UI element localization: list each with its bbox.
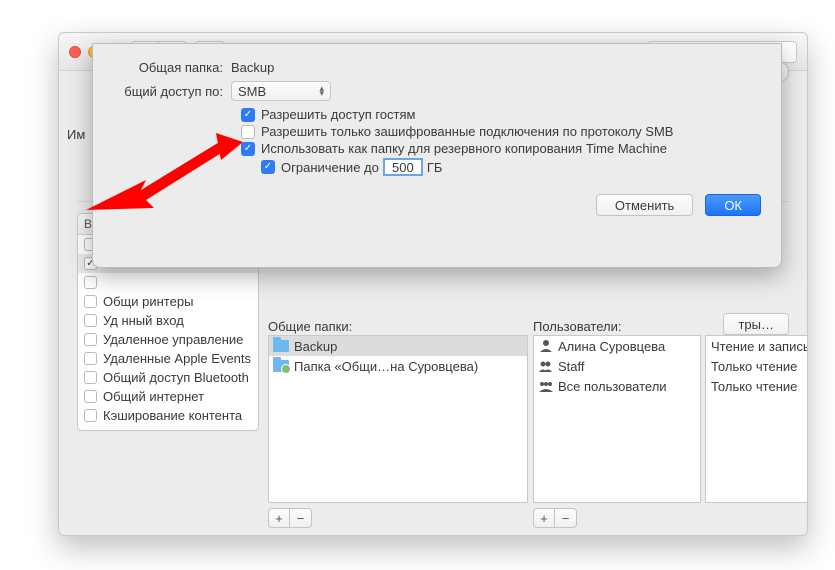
size-limit-prefix: Ограничение до <box>281 160 379 175</box>
user-label: Алина Суровцева <box>558 339 665 354</box>
folder-icon <box>273 360 289 372</box>
service-label: Удаленные Apple Events <box>103 351 251 366</box>
service-row[interactable] <box>78 273 258 292</box>
user-row[interactable]: Staff <box>534 356 700 376</box>
cancel-button[interactable]: Отменить <box>596 194 693 216</box>
permission-row[interactable]: Только чтение▴▾ <box>706 356 808 376</box>
add-user-button[interactable]: + <box>533 508 555 528</box>
service-label: Общий интернет <box>103 389 204 404</box>
folder-label: Backup <box>294 339 337 354</box>
service-checkbox[interactable] <box>84 333 97 346</box>
users-header: Пользователи: <box>533 319 621 334</box>
user-icon <box>538 380 553 393</box>
permission-label: Только чтение <box>711 379 797 394</box>
folder-row[interactable]: Backup <box>269 336 527 356</box>
add-folder-button[interactable]: + <box>268 508 290 528</box>
size-limit-input[interactable] <box>383 158 423 176</box>
service-row[interactable]: Общи ринтеры <box>78 292 258 311</box>
ok-button[interactable]: ОК <box>705 194 761 216</box>
users-add-remove: + − <box>533 508 577 528</box>
service-checkbox[interactable] <box>84 276 97 289</box>
service-checkbox[interactable] <box>84 371 97 384</box>
service-label: Общи ринтеры <box>103 294 193 309</box>
access-via-label: бщий доступ по: <box>113 84 231 99</box>
protocol-select[interactable]: SMB ▴▾ <box>231 81 331 101</box>
user-icon <box>538 360 553 373</box>
remove-folder-button[interactable]: − <box>290 508 312 528</box>
service-row[interactable]: Удаленные Apple Events <box>78 349 258 368</box>
user-icon <box>538 340 553 353</box>
shared-folder-value: Backup <box>231 60 274 75</box>
service-row[interactable]: Уд нный вход <box>78 311 258 330</box>
encrypted-smb-label: Разрешить только зашифрованные подключен… <box>261 124 673 139</box>
service-row[interactable]: Кэширование контента <box>78 406 258 425</box>
close-icon[interactable] <box>69 46 81 58</box>
user-row[interactable]: Все пользователи <box>534 376 700 396</box>
permission-row[interactable]: Чтение и запись▴▾ <box>706 336 808 356</box>
folder-row[interactable]: Папка «Общи…на Суровцева) <box>269 356 527 376</box>
permission-label: Чтение и запись <box>711 339 808 354</box>
service-label: Общий доступ Bluetooth <box>103 370 249 385</box>
user-label: Staff <box>558 359 585 374</box>
remove-user-button[interactable]: − <box>555 508 577 528</box>
service-label: Уд нный вход <box>103 313 184 328</box>
size-limit-unit: ГБ <box>427 160 443 175</box>
folders-add-remove: + − <box>268 508 312 528</box>
allow-guests-label: Разрешить доступ гостям <box>261 107 415 122</box>
user-label: Все пользователи <box>558 379 667 394</box>
folder-options-dialog: Общая папка: Backup бщий доступ по: SMB … <box>92 43 782 268</box>
service-checkbox[interactable] <box>84 390 97 403</box>
folder-label: Папка «Общи…на Суровцева) <box>294 359 478 374</box>
permissions-list[interactable]: Чтение и запись▴▾Только чтение▴▾Только ч… <box>705 335 808 503</box>
time-machine-checkbox[interactable] <box>241 142 255 156</box>
allow-guests-checkbox[interactable] <box>241 108 255 122</box>
computer-name-label: Им <box>67 127 85 142</box>
protocol-value: SMB <box>238 84 266 99</box>
folder-icon <box>273 340 289 352</box>
shared-folders-list[interactable]: Backup Папка «Общи…на Суровцева) <box>268 335 528 503</box>
service-checkbox[interactable] <box>84 409 97 422</box>
service-checkbox[interactable] <box>84 295 97 308</box>
chevron-updown-icon: ▴▾ <box>319 86 324 96</box>
time-machine-label: Использовать как папку для резервного ко… <box>261 141 667 156</box>
service-row[interactable]: Общий интернет <box>78 387 258 406</box>
service-checkbox[interactable] <box>84 314 97 327</box>
options-button[interactable]: тры… <box>723 313 789 335</box>
service-row[interactable]: Удаленное управление <box>78 330 258 349</box>
user-row[interactable]: Алина Суровцева <box>534 336 700 356</box>
permission-label: Только чтение <box>711 359 797 374</box>
service-row[interactable]: Общий доступ Bluetooth <box>78 368 258 387</box>
shared-folder-label: Общая папка: <box>113 60 231 75</box>
users-list[interactable]: Алина Суровцева Staff Все пользователи <box>533 335 701 503</box>
encrypted-smb-checkbox[interactable] <box>241 125 255 139</box>
service-checkbox[interactable] <box>84 352 97 365</box>
folders-header: Общие папки: <box>268 319 352 334</box>
service-label: Кэширование контента <box>103 408 242 423</box>
service-label: Удаленное управление <box>103 332 243 347</box>
size-limit-checkbox[interactable] <box>261 160 275 174</box>
permission-row[interactable]: Только чтение▴▾ <box>706 376 808 396</box>
